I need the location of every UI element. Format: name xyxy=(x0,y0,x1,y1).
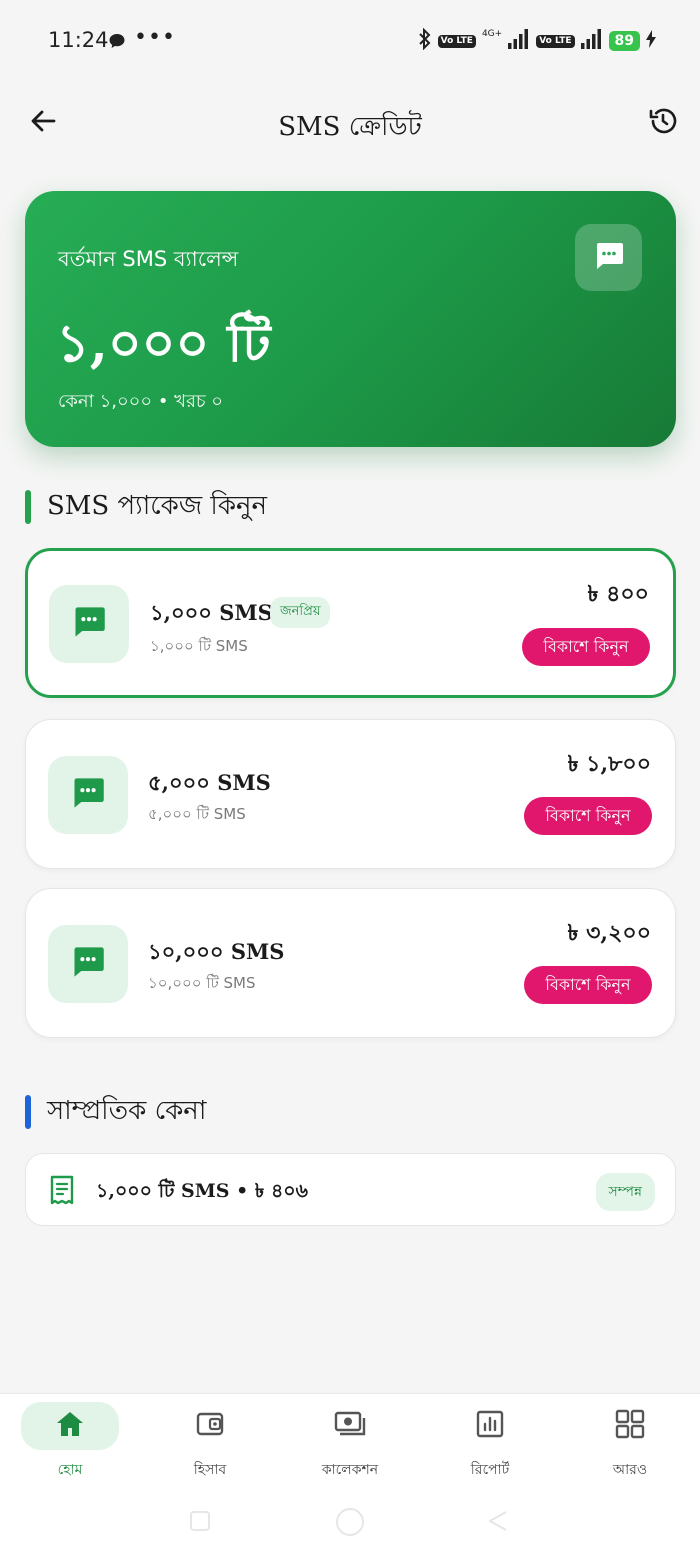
section-accent-bar xyxy=(25,1095,31,1129)
battery-indicator: 89 xyxy=(608,31,640,51)
buy-with-bkash-button[interactable]: বিকাশে কিনুন xyxy=(524,966,652,1004)
page-title: SMS ক্রেডিট xyxy=(278,112,422,142)
message-icon xyxy=(593,241,625,275)
package-card[interactable]: ১,০০০ SMS জনপ্রিয় ১,০০০ টি SMS ৳ ৪০০ বি… xyxy=(25,548,676,698)
message-icon xyxy=(70,945,106,983)
recent-section-title: সাম্প্রতিক কেনা xyxy=(47,1096,207,1126)
package-card[interactable]: ৫,০০০ SMS ৫,০০০ টি SMS ৳ ১,৮০০ বিকাশে কি… xyxy=(25,719,676,869)
system-navigation-bar xyxy=(0,1505,700,1545)
package-description: ১০,০০০ টি SMS xyxy=(148,974,256,992)
history-button[interactable] xyxy=(642,102,684,144)
home-system-icon[interactable] xyxy=(334,1506,366,1542)
nav-label: কালেকশন xyxy=(321,1462,379,1478)
recent-purchase-item[interactable]: ১,০০০ টি SMS • ৳ ৪০৬ সম্পন্ন xyxy=(25,1153,676,1226)
signal-icon xyxy=(508,29,530,53)
volte-badge: Vo LTE xyxy=(437,34,476,48)
nav-icon-container xyxy=(581,1402,679,1450)
package-name: ১,০০০ SMS xyxy=(150,600,273,625)
package-card[interactable]: ১০,০০০ SMS ১০,০০০ টি SMS ৳ ৩,২০০ বিকাশে … xyxy=(25,888,676,1038)
bluetooth-icon xyxy=(418,27,432,54)
package-price: ৳ ১,৮০০ xyxy=(567,751,651,777)
status-bar: 11:24 ••• Vo LTE 4G+ Vo LTE 89 xyxy=(0,0,700,84)
nav-item-account[interactable]: হিসাব xyxy=(161,1402,259,1482)
chat-bubble-icon xyxy=(108,32,126,54)
balance-summary: কেনা ১,০০০ • খরচ ০ xyxy=(58,391,224,412)
packages-section-header: SMS প্যাকেজ কিনুন xyxy=(25,485,267,529)
recent-apps-icon[interactable] xyxy=(188,1509,212,1537)
nav-icon-container xyxy=(441,1402,539,1450)
status-badge: সম্পন্ন xyxy=(595,1173,655,1211)
balance-value: ১,০০০ টি xyxy=(56,313,271,374)
status-icons: Vo LTE 4G+ Vo LTE 89 xyxy=(418,27,656,54)
back-system-icon[interactable] xyxy=(486,1509,510,1537)
recent-section-header: সাম্প্রতিক কেনা xyxy=(25,1090,206,1134)
nav-item-more[interactable]: আরও xyxy=(581,1402,679,1482)
package-description: ১,০০০ টি SMS xyxy=(150,637,248,655)
receipt-icon xyxy=(48,1174,76,1210)
wallet-icon xyxy=(195,1410,225,1442)
balance-card: বর্তমান SMS ব্যালেন্স ১,০০০ টি কেনা ১,০০… xyxy=(25,191,676,447)
network-type-label: 4G+ xyxy=(481,29,503,39)
volte-badge-2: Vo LTE xyxy=(536,34,575,48)
nav-label: হোম xyxy=(57,1462,83,1478)
buy-with-bkash-button[interactable]: বিকাশে কিনুন xyxy=(524,797,652,835)
nav-item-report[interactable]: রিপোর্ট xyxy=(441,1402,539,1482)
buy-with-bkash-button[interactable]: বিকাশে কিনুন xyxy=(522,628,650,666)
message-icon-box xyxy=(575,224,642,291)
charging-icon xyxy=(646,30,656,52)
nav-label: রিপোর্ট xyxy=(470,1462,510,1478)
popular-badge: জনপ্রিয় xyxy=(270,597,331,628)
signal-icon-2 xyxy=(580,29,603,53)
package-icon-box xyxy=(48,756,128,834)
package-price: ৳ ৩,২০০ xyxy=(567,920,652,946)
balance-label: বর্তমান SMS ব্যালেন্স xyxy=(58,247,239,271)
status-time: 11:24 xyxy=(48,28,109,52)
package-description: ৫,০০০ টি SMS xyxy=(148,805,246,823)
home-icon xyxy=(55,1410,85,1442)
message-icon xyxy=(71,605,107,643)
package-name: ১০,০০০ SMS xyxy=(148,939,285,964)
cash-icon xyxy=(333,1410,367,1442)
nav-icon-container xyxy=(21,1402,119,1450)
nav-item-collection[interactable]: কালেকশন xyxy=(301,1402,399,1482)
section-accent-bar xyxy=(25,490,31,524)
package-icon-box xyxy=(48,925,128,1003)
nav-icon-container xyxy=(161,1402,259,1450)
app-bar: SMS ক্রেডিট xyxy=(0,92,700,156)
bar-chart-icon xyxy=(475,1410,505,1442)
package-icon-box xyxy=(49,585,129,663)
nav-icon-container xyxy=(301,1402,399,1450)
recent-purchase-text: ১,০০০ টি SMS • ৳ ৪০৬ xyxy=(96,1180,308,1202)
grid-icon xyxy=(615,1409,645,1443)
message-icon xyxy=(70,776,106,814)
packages-section-title: SMS প্যাকেজ কিনুন xyxy=(47,491,268,521)
nav-item-home[interactable]: হোম xyxy=(21,1402,119,1482)
package-name: ৫,০০০ SMS xyxy=(148,770,271,795)
package-price: ৳ ৪০০ xyxy=(587,581,649,607)
nav-label: হিসাব xyxy=(193,1462,227,1478)
more-notifications-icon: ••• xyxy=(134,25,176,50)
history-icon xyxy=(647,105,679,141)
nav-label: আরও xyxy=(612,1462,648,1478)
